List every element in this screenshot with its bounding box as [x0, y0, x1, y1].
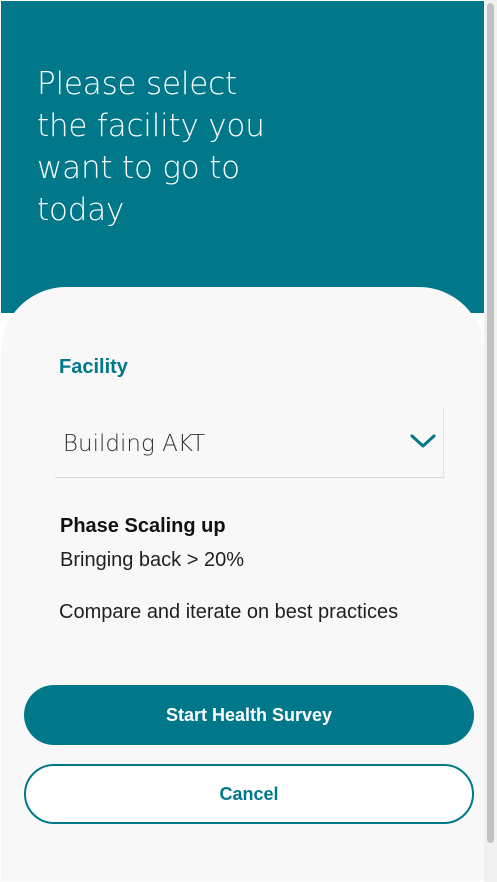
- phase-title: Phase Scaling up: [60, 515, 226, 537]
- phase-value: Bringing back > 20%: [60, 549, 245, 571]
- start-health-survey-button[interactable]: Start Health Survey: [24, 685, 474, 745]
- page-title: Please select the facility you want to g…: [37, 66, 265, 228]
- phase-description: Compare and iterate on best practices: [59, 601, 399, 623]
- facility-dropdown[interactable]: Building AKT: [55, 407, 444, 478]
- scrollbar-thumb[interactable]: [487, 3, 494, 843]
- cancel-button[interactable]: Cancel: [24, 764, 474, 824]
- facility-dropdown-value: Building AKT: [63, 431, 206, 457]
- facility-label: Facility: [59, 356, 128, 378]
- chevron-down-icon: [409, 429, 437, 453]
- app-window: Please select the facility you want to g…: [0, 0, 497, 882]
- vertical-scrollbar[interactable]: [484, 0, 497, 882]
- header-banner: Please select the facility you want to g…: [1, 1, 484, 313]
